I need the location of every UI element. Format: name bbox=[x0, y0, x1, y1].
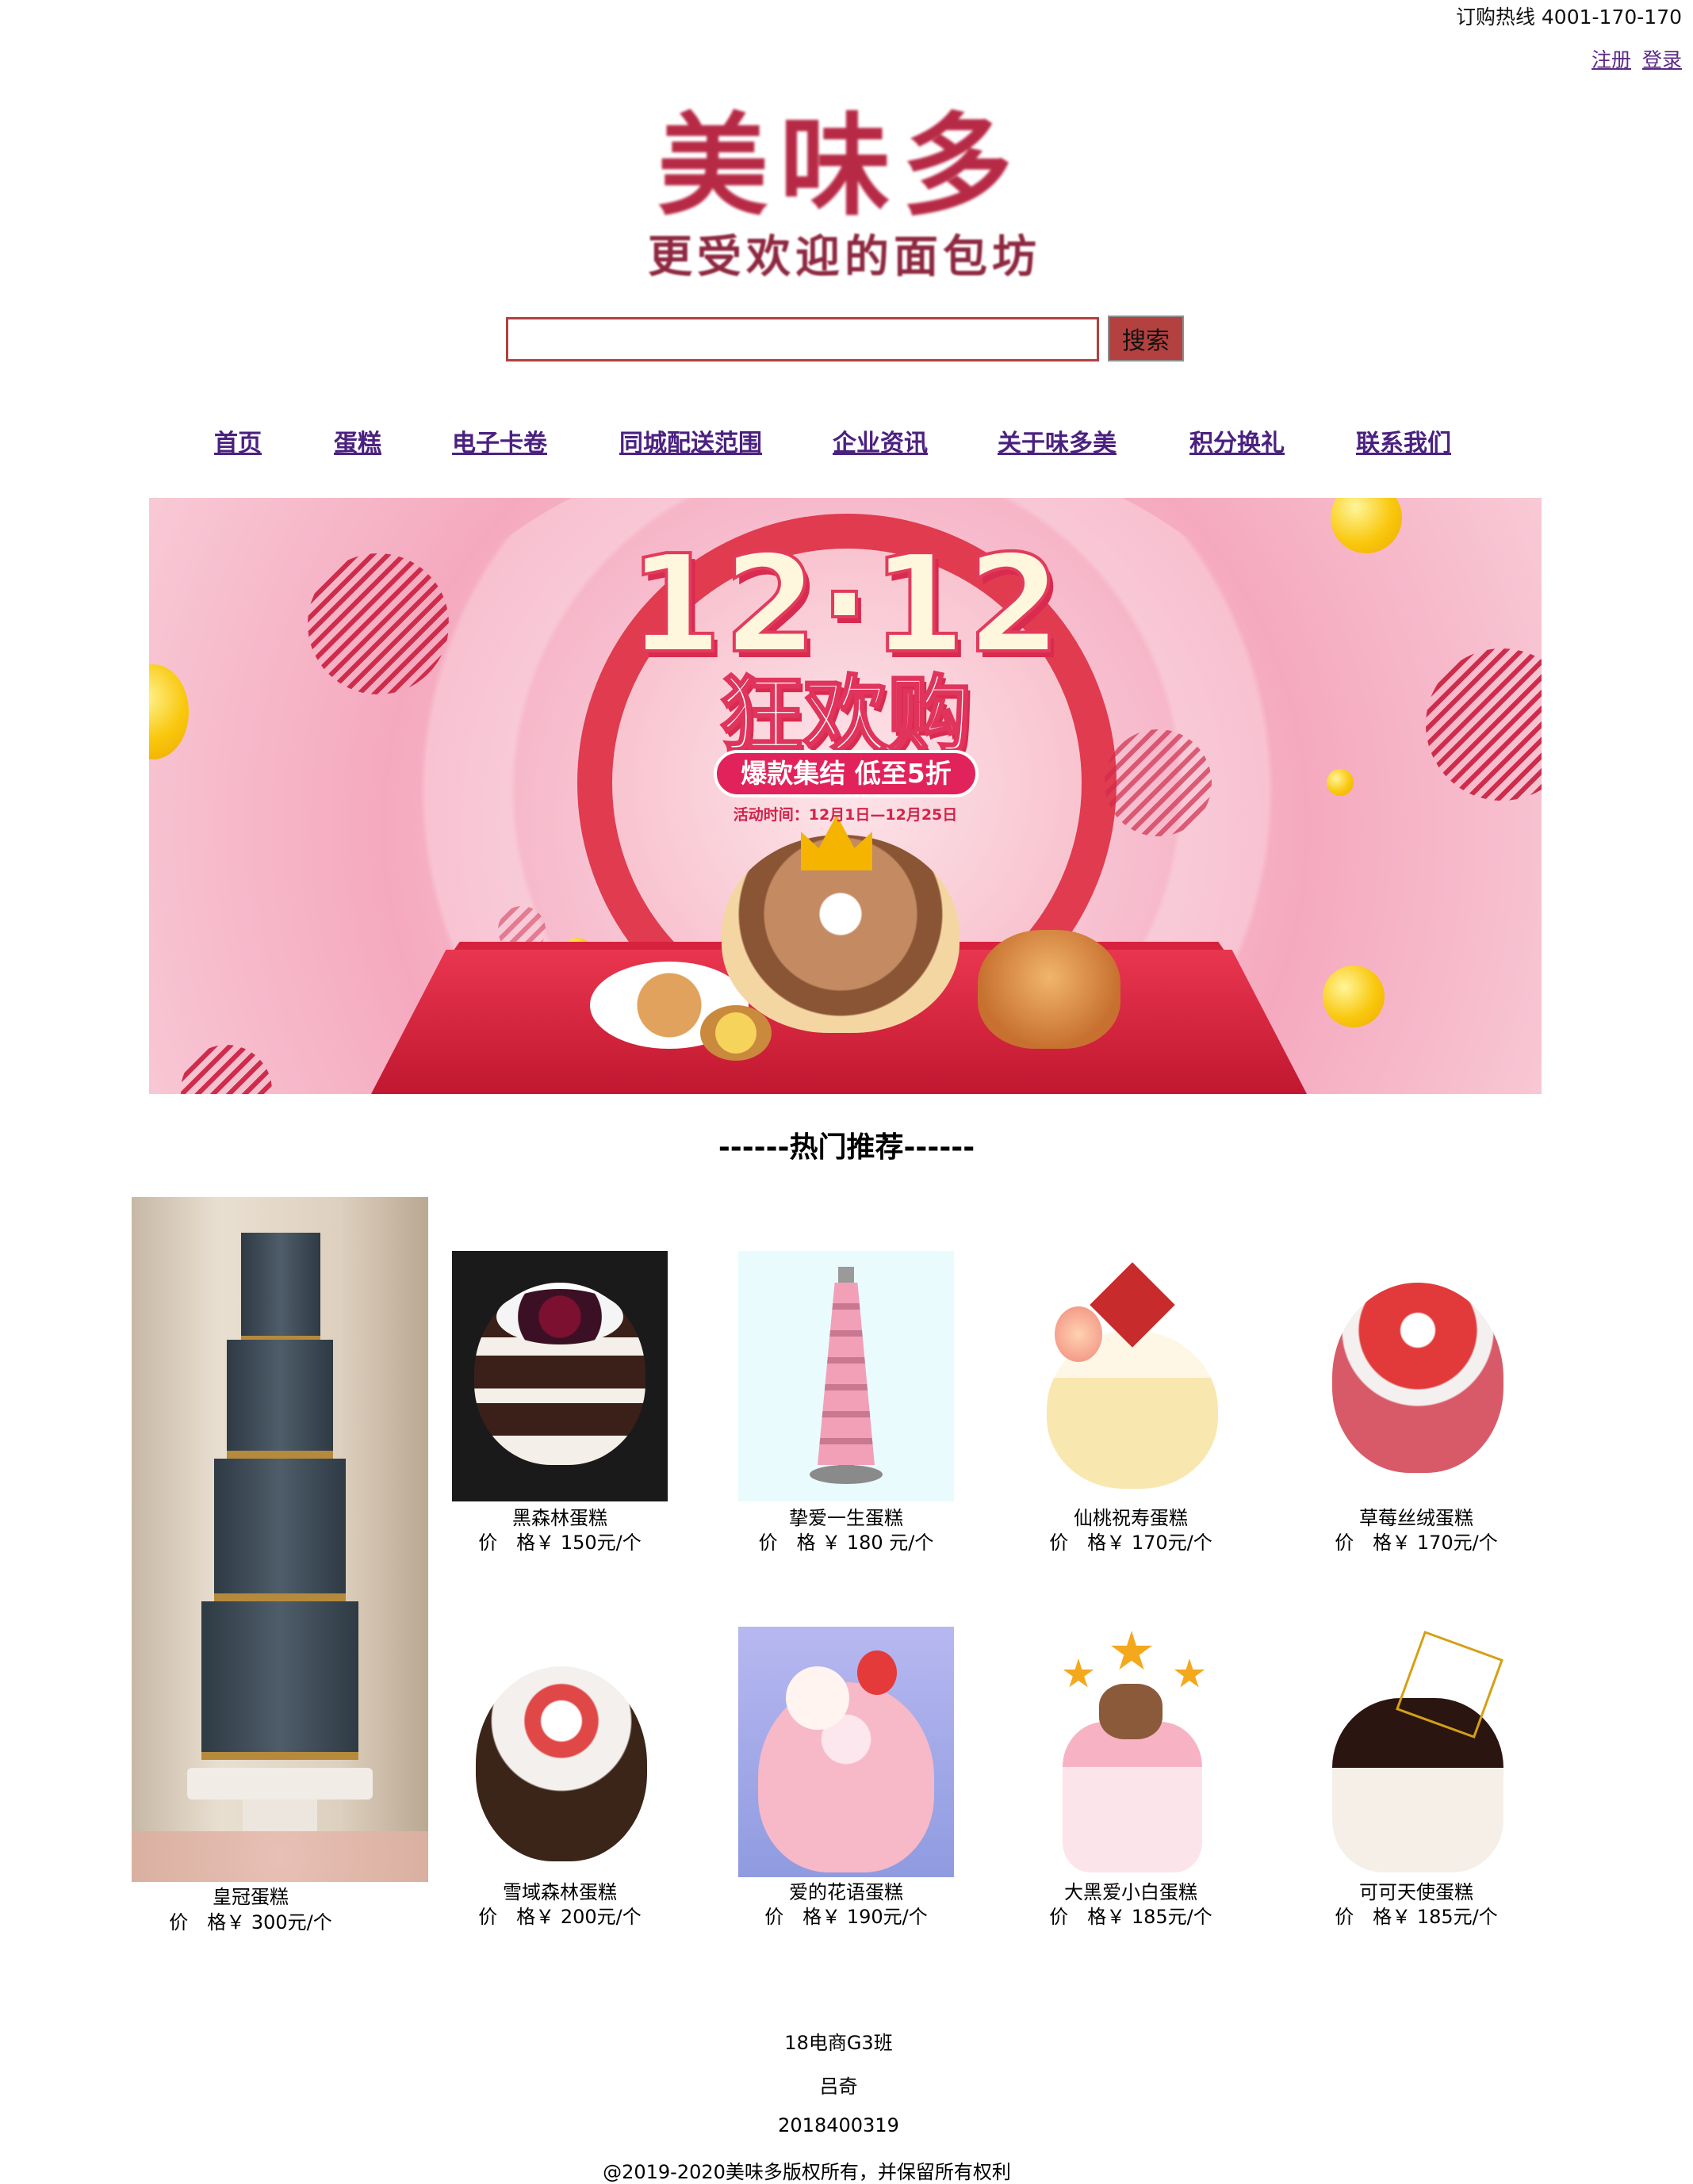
footer-class: 18电商G3班 bbox=[784, 2032, 893, 2054]
banner-yellow-dot bbox=[1327, 769, 1354, 796]
footer-copyright: @2019-2020美味多版权所有，并保留所有权利 bbox=[603, 2161, 1011, 2183]
product-price: 价 格 ￥ 180 元/个 bbox=[758, 1532, 934, 1554]
bear-icon bbox=[1099, 1684, 1163, 1739]
product-image-snow-forest[interactable] bbox=[452, 1627, 668, 1877]
cake-stand bbox=[187, 1768, 373, 1800]
peach-icon bbox=[1055, 1306, 1102, 1362]
cake-body bbox=[1332, 1283, 1503, 1473]
product-name: 仙桃祝寿蛋糕 bbox=[1074, 1507, 1188, 1529]
tower-tiers bbox=[818, 1283, 875, 1465]
product-name: 雪域森林蛋糕 bbox=[503, 1881, 617, 1903]
search-button[interactable]: 搜索 bbox=[1108, 316, 1184, 361]
star-icon bbox=[1174, 1658, 1205, 1688]
footer-author: 吕奇 bbox=[819, 2075, 858, 2098]
logo-tagline: 更受欢迎的面包坊 bbox=[648, 231, 1041, 283]
nav-delivery-range[interactable]: 同城配送范围 bbox=[619, 423, 762, 458]
tower-base bbox=[810, 1465, 883, 1484]
product-name: 皇冠蛋糕 bbox=[213, 1886, 289, 1908]
hot-recommend-title: ------热门推荐------ bbox=[718, 1131, 975, 1164]
star-icon bbox=[1111, 1631, 1152, 1670]
order-hotline: 订购热线 4001-170-170 bbox=[1455, 6, 1682, 29]
product-image-devoted-love[interactable] bbox=[738, 1251, 954, 1501]
nav-about[interactable]: 关于味多美 bbox=[998, 423, 1117, 458]
product-image-big-black-little-white[interactable] bbox=[1023, 1627, 1239, 1877]
banner-date: 活动时间：12月1日—12月25日 bbox=[733, 806, 958, 824]
product-name: 大黑爱小白蛋糕 bbox=[1064, 1881, 1197, 1903]
product-name: 草莓丝绒蛋糕 bbox=[1359, 1507, 1473, 1529]
register-link[interactable]: 注册 bbox=[1591, 48, 1631, 71]
product-price: 价 格￥ 170元/个 bbox=[1335, 1532, 1498, 1554]
strawberry-icon bbox=[857, 1650, 897, 1695]
cake-body bbox=[1063, 1722, 1202, 1872]
product-image-black-forest[interactable] bbox=[452, 1251, 668, 1501]
product-name: 挚爱一生蛋糕 bbox=[789, 1507, 903, 1529]
nav-home[interactable]: 首页 bbox=[214, 423, 262, 458]
cake-tier bbox=[201, 1601, 358, 1760]
product-image-cocoa-angel[interactable] bbox=[1308, 1627, 1524, 1877]
product-image-flower-language[interactable] bbox=[738, 1627, 954, 1877]
product-image-strawberry-velvet[interactable] bbox=[1308, 1251, 1524, 1501]
product-name: 爱的花语蛋糕 bbox=[789, 1881, 903, 1903]
product-price: 价 格￥ 170元/个 bbox=[1049, 1532, 1212, 1554]
product-price: 价 格￥ 200元/个 bbox=[478, 1906, 642, 1928]
banner-stripe-circle bbox=[181, 1045, 272, 1094]
banner-croissant bbox=[978, 930, 1120, 1049]
auth-links: 注册 登录 bbox=[1587, 44, 1682, 73]
cake-tier bbox=[214, 1459, 346, 1601]
star-icon bbox=[1063, 1658, 1094, 1688]
cake-body bbox=[476, 1666, 647, 1861]
site-logo: 美味多 更受欢迎的面包坊 bbox=[587, 107, 1102, 289]
banner-discount-pill: 爆款集结 低至5折 bbox=[714, 750, 979, 797]
nav-company-news[interactable]: 企业资讯 bbox=[833, 423, 928, 458]
promo-banner[interactable]: 12·12 狂欢购 爆款集结 低至5折 活动时间：12月1日—12月25日 bbox=[149, 498, 1542, 1094]
nav-e-cards[interactable]: 电子卡卷 bbox=[452, 423, 547, 458]
product-price: 价 格￥ 185元/个 bbox=[1049, 1906, 1212, 1928]
logo-title: 美味多 bbox=[657, 101, 1024, 231]
petals bbox=[132, 1831, 428, 1882]
rose-icon bbox=[786, 1666, 849, 1730]
nav-points-gifts[interactable]: 积分换礼 bbox=[1189, 423, 1285, 458]
product-price: 价 格￥ 150元/个 bbox=[478, 1532, 642, 1554]
product-name: 黑森林蛋糕 bbox=[512, 1507, 607, 1529]
product-image-peach-birthday[interactable] bbox=[1023, 1251, 1239, 1501]
search-input[interactable] bbox=[506, 317, 1099, 361]
product-price: 价 格￥ 185元/个 bbox=[1335, 1906, 1498, 1928]
banner-title: 12·12 bbox=[626, 526, 1063, 683]
footer-student-id: 2018400319 bbox=[778, 2114, 899, 2136]
banner-yellow-dot bbox=[1323, 966, 1385, 1027]
product-name: 可可天使蛋糕 bbox=[1359, 1881, 1473, 1903]
nav-cakes[interactable]: 蛋糕 bbox=[334, 423, 381, 458]
product-price: 价 格￥ 300元/个 bbox=[169, 1911, 332, 1933]
berry-topping bbox=[496, 1289, 623, 1344]
product-image-crown-cake[interactable] bbox=[132, 1197, 428, 1882]
nav-contact[interactable]: 联系我们 bbox=[1356, 423, 1451, 458]
banner-egg-tart bbox=[700, 1005, 772, 1061]
banner-subtitle: 狂欢购 bbox=[718, 667, 973, 764]
cake-tier bbox=[241, 1233, 320, 1344]
cake-tier bbox=[227, 1340, 333, 1459]
login-link[interactable]: 登录 bbox=[1642, 48, 1682, 71]
product-price: 价 格￥ 190元/个 bbox=[764, 1906, 928, 1928]
